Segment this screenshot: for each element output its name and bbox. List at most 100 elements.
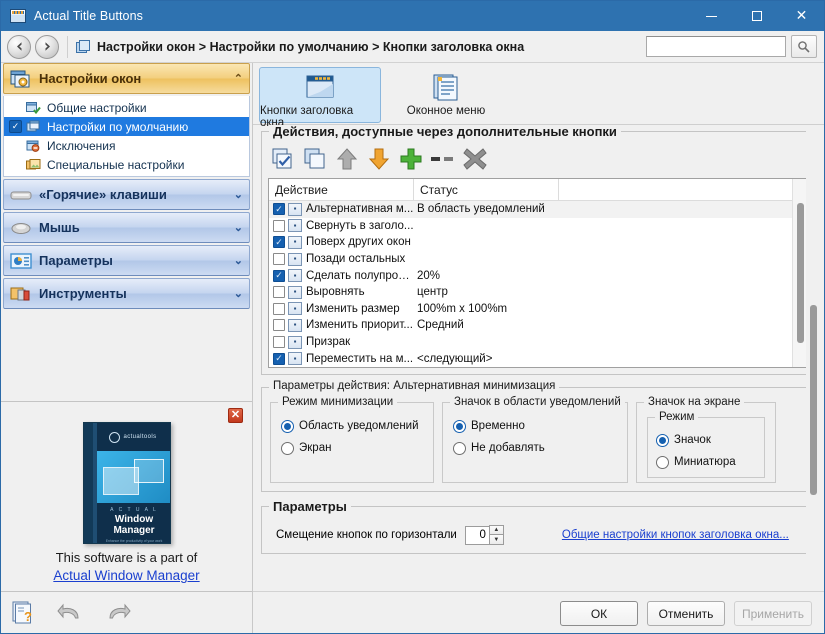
tab-window-menu[interactable]: Оконное меню bbox=[385, 67, 507, 123]
table-row[interactable]: ▪ Переместить на м...<следующий> bbox=[269, 350, 808, 367]
sidebar-item-special-settings[interactable]: Специальные настройки bbox=[4, 155, 249, 174]
settings-content: Действия, доступные через дополнительные… bbox=[253, 125, 824, 591]
always-on-top-icon: ▪ bbox=[288, 235, 302, 249]
table-row[interactable]: ▪ Поверх других окон bbox=[269, 234, 808, 251]
delete-icon[interactable] bbox=[462, 146, 488, 172]
window-icon bbox=[10, 9, 26, 23]
screen-icon-mode-group: Режим Значок Миниатюра bbox=[647, 411, 765, 478]
redo-icon[interactable] bbox=[105, 601, 131, 626]
radio-label: Миниатюра bbox=[674, 456, 736, 468]
sidebar-category-window-settings[interactable]: Настройки окон ⌃ bbox=[3, 63, 250, 94]
promo-close-button[interactable]: ✕ bbox=[228, 408, 243, 423]
row-checkbox[interactable] bbox=[273, 219, 285, 232]
row-checkbox[interactable] bbox=[273, 319, 285, 332]
sidebar-item-exceptions[interactable]: ✓ Исключения bbox=[4, 136, 249, 155]
tray-icon-group: Значок в области уведомлений Временно Не… bbox=[442, 396, 628, 483]
table-row[interactable]: ▪ Изменить размер 100%m x 100%m bbox=[269, 301, 808, 318]
row-checkbox[interactable] bbox=[273, 203, 285, 216]
sidebar-item-default-settings[interactable]: ✓ Настройки по умолчанию bbox=[4, 117, 249, 136]
maximize-button[interactable] bbox=[734, 1, 779, 31]
separator-icon[interactable] bbox=[430, 146, 456, 172]
sidebar-category-label: Параметры bbox=[39, 253, 113, 268]
content-scroll-thumb[interactable] bbox=[810, 305, 817, 495]
table-row[interactable]: ▪ Выровнять центр bbox=[269, 284, 808, 301]
chevron-up-icon: ⌃ bbox=[233, 73, 243, 85]
general-title-buttons-settings-link[interactable]: Общие настройки кнопок заголовка окна... bbox=[562, 529, 789, 541]
table-row[interactable]: ▪ Сделать полупрозр...20% bbox=[269, 267, 808, 284]
radio-temporary[interactable]: Временно bbox=[453, 415, 617, 437]
radio-do-not-add[interactable]: Не добавлять bbox=[453, 437, 617, 459]
spin-up-button[interactable]: ▲ bbox=[488, 525, 504, 535]
move-down-icon[interactable] bbox=[366, 146, 392, 172]
row-checkbox[interactable] bbox=[273, 302, 285, 315]
table-row[interactable]: ▪ Призрак bbox=[269, 334, 808, 351]
boxart-footer: A C T U A L Window Manager Enhance the p… bbox=[96, 503, 170, 543]
window-controls: ✕ bbox=[689, 1, 824, 31]
tab-title-buttons[interactable]: Кнопки заголовка окна bbox=[259, 67, 381, 129]
sidebar-item-general-settings[interactable]: ✓ Общие настройки bbox=[4, 98, 249, 117]
help-icon[interactable]: ? bbox=[11, 600, 35, 627]
add-icon[interactable] bbox=[398, 146, 424, 172]
row-action-label: Позади остальных bbox=[306, 253, 406, 266]
row-checkbox[interactable] bbox=[273, 236, 285, 249]
row-action-label: Сделать полупрозр... bbox=[306, 269, 414, 282]
minimize-button[interactable] bbox=[689, 1, 734, 31]
spin-down-button[interactable]: ▼ bbox=[488, 535, 504, 545]
row-checkbox[interactable] bbox=[273, 269, 285, 282]
body: Настройки окон ⌃ ✓ Общие настройки bbox=[1, 63, 824, 633]
column-header-empty[interactable] bbox=[559, 179, 808, 200]
radio-notification-area[interactable]: Область уведомлений bbox=[281, 415, 423, 437]
chevron-down-icon: ⌄ bbox=[233, 189, 243, 201]
radio-icon[interactable]: Значок bbox=[656, 429, 756, 451]
close-button[interactable]: ✕ bbox=[779, 1, 824, 31]
ok-button[interactable]: ОК bbox=[560, 601, 638, 626]
row-checkbox[interactable] bbox=[273, 352, 285, 365]
roll-up-icon: ▪ bbox=[288, 219, 302, 233]
move-up-icon[interactable] bbox=[334, 146, 360, 172]
sidebar-category-tools[interactable]: Инструменты ⌄ bbox=[3, 278, 250, 309]
actions-listview[interactable]: Действие Статус ▪ Альтернативная м...В об… bbox=[268, 178, 809, 368]
row-status-label: Средний bbox=[417, 319, 464, 332]
table-row[interactable]: ▪ Альтернативная м...В область уведомлени… bbox=[269, 201, 808, 218]
row-status-label: центр bbox=[417, 286, 448, 299]
row-checkbox[interactable] bbox=[273, 286, 285, 299]
radio-label: Область уведомлений bbox=[299, 420, 419, 432]
screen-icon-mode-label: Режим bbox=[655, 411, 699, 423]
column-header-action[interactable]: Действие bbox=[269, 179, 414, 200]
sidebar-category-mouse[interactable]: Мышь ⌄ bbox=[3, 212, 250, 243]
cancel-button[interactable]: Отменить bbox=[647, 601, 725, 626]
radio-label: Временно bbox=[471, 420, 525, 432]
row-action-label: Выровнять bbox=[306, 286, 365, 299]
search-button[interactable] bbox=[791, 35, 817, 58]
check-all-icon[interactable] bbox=[270, 146, 296, 172]
listview-scroll-thumb[interactable] bbox=[797, 203, 804, 343]
promo-link[interactable]: Actual Window Manager bbox=[1, 568, 252, 583]
forward-button[interactable] bbox=[35, 34, 59, 59]
row-action-label: Переместить на м... bbox=[306, 352, 414, 365]
chevron-down-icon: ⌄ bbox=[233, 222, 243, 234]
offset-value[interactable]: 0 bbox=[464, 525, 489, 545]
undo-icon[interactable] bbox=[57, 601, 83, 626]
table-row[interactable]: ▪ Свернуть в заголо... bbox=[269, 218, 808, 235]
radio-thumbnail[interactable]: Миниатюра bbox=[656, 451, 756, 473]
search-input[interactable] bbox=[646, 36, 786, 57]
offset-label: Смещение кнопок по горизонтали bbox=[276, 529, 457, 541]
promo-text: This software is a part of bbox=[55, 550, 198, 565]
sidebar-category-hotkeys[interactable]: «Горячие» клавиши ⌄ bbox=[3, 179, 250, 210]
back-button[interactable] bbox=[7, 34, 31, 59]
minimize-mode-label: Режим минимизации bbox=[278, 396, 398, 408]
table-row[interactable]: ▪ Изменить приорит... Средний bbox=[269, 317, 808, 334]
table-row[interactable]: ▪ Позади остальных bbox=[269, 251, 808, 268]
row-checkbox[interactable] bbox=[273, 336, 285, 349]
content-scrollbar[interactable] bbox=[806, 129, 822, 587]
minimize-alt-icon: ▪ bbox=[288, 202, 302, 216]
sidebar-category-parameters[interactable]: Параметры ⌄ bbox=[3, 245, 250, 276]
sidebar-item-label: Общие настройки bbox=[47, 100, 147, 115]
copy-icon[interactable] bbox=[302, 146, 328, 172]
radio-screen[interactable]: Экран bbox=[281, 437, 423, 459]
resize-icon: ▪ bbox=[288, 302, 302, 316]
application-window: Actual Title Buttons ✕ Настройки окон > … bbox=[0, 0, 825, 634]
row-checkbox[interactable] bbox=[273, 253, 285, 266]
column-header-status[interactable]: Статус bbox=[414, 179, 559, 200]
offset-stepper[interactable]: 0 ▲ ▼ bbox=[464, 525, 504, 545]
